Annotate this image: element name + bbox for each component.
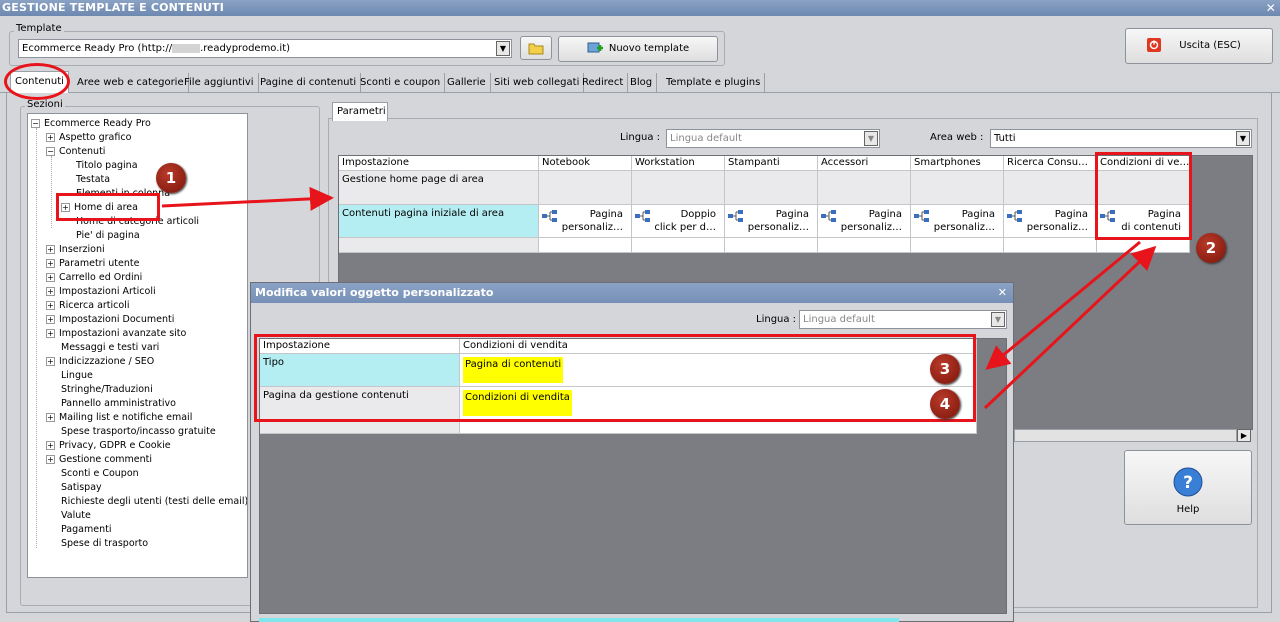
badge-3: 3 (930, 354, 960, 384)
arrow-to-grid (161, 186, 334, 211)
annotation-arrows (161, 186, 1157, 410)
arrow-to-tipo (985, 240, 1141, 370)
arrow-to-condizioni (983, 245, 1157, 410)
badge-2: 2 (1196, 233, 1226, 263)
badge-4: 4 (930, 389, 960, 419)
badge-1: 1 (156, 163, 186, 193)
